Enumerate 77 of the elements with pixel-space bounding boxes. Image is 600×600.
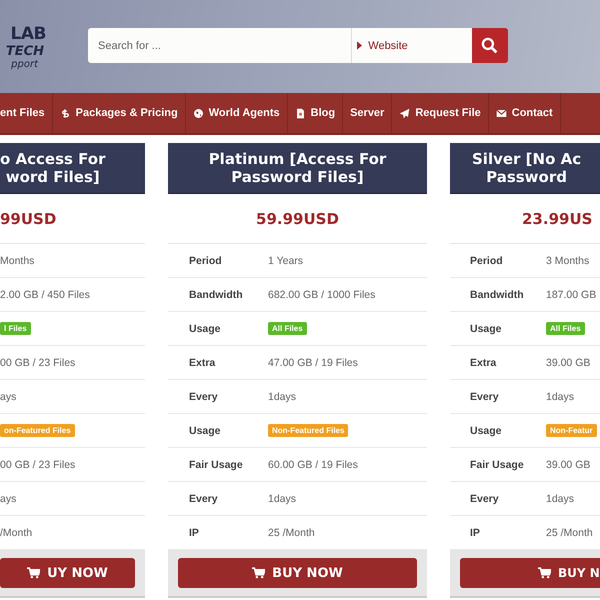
globe-icon [192,108,204,118]
usage-tag: All Files [546,322,585,335]
row-value: 1days [546,390,574,402]
usage-tag: Non-Featur [546,424,597,437]
price: 23.99US [522,210,592,228]
card-title: Silver [No Ac Password [450,143,600,194]
usage-tag: Non-Featured Files [268,424,348,437]
row-value: 39.00 GB [546,458,590,470]
nav-item[interactable]: Packages & Pricing [52,93,186,133]
row-value: ays [0,492,16,504]
row-value: 682.00 GB / 1000 Files [268,288,376,300]
row-label: Period [189,254,223,266]
row-label: Usage [470,424,503,436]
row-value: 25 /Month [268,526,315,538]
price: 59.99USD [256,210,339,228]
row-label: Usage [470,322,503,334]
row-label: Usage [189,322,222,334]
row-value: ays [0,390,16,402]
nav-item[interactable]: Contact [488,93,561,133]
row-value: 39.00 GB [546,356,590,368]
buy-now-button[interactable]: BUY N [460,558,600,588]
search-button[interactable] [472,28,508,63]
row-value: 1days [268,390,296,402]
nav-item[interactable]: Server [343,93,392,133]
document-icon [294,108,306,118]
row-label: Every [189,390,219,402]
row-value: 60.00 GB / 19 Files [268,458,358,470]
row-value: 187.00 GB [546,288,596,300]
row-label: Extra [189,356,216,368]
usage-tag: All Files [268,322,307,335]
row-value: 25 /Month [546,526,593,538]
row-label: Usage [189,424,222,436]
row-label: Bandwidth [189,288,244,300]
row-value: 47.00 GB / 19 Files [268,356,358,368]
row-label: Every [189,492,219,504]
row-value: /Month [0,526,32,538]
row-value: 00 GB / 23 Files [0,458,76,470]
row-label: Every [470,492,500,504]
nav-item[interactable]: ent Files [0,93,53,133]
row-label: Period [470,254,504,266]
envelope-icon [496,108,507,118]
price: 99USD [0,210,56,228]
row-label: IP [189,526,200,538]
cart-icon [538,567,551,579]
buy-now-button[interactable]: UY NOW [0,558,135,588]
logo-tagline: pport [11,58,38,70]
cart-icon [252,567,266,579]
row-value: 1days [268,492,296,504]
buy-now-button[interactable]: BUY NOW [178,558,417,588]
caret-icon [357,41,362,50]
nav-item[interactable]: World Agents [186,93,288,133]
nav-item[interactable]: Request File [392,93,489,133]
row-label: Extra [470,356,498,368]
row-label: Fair Usage [470,458,525,470]
paper-plane-icon [399,108,410,118]
usage-tag: on-Featured Files [0,424,75,437]
row-label: IP [470,526,481,538]
row-value: 1days [546,492,574,504]
row-value: Months [0,254,34,266]
logo-text: TECH [6,44,44,58]
row-value: 3 Months [546,254,590,266]
row-value: 00 GB / 23 Files [0,356,76,368]
cart-icon [27,567,40,579]
card-title: Platinum [Access For Password Files] [168,143,427,194]
nav-item[interactable]: Blog [288,93,344,133]
search-field[interactable]: Search for ... [88,28,352,63]
row-label: Every [470,390,500,402]
dollar-icon [60,108,71,118]
logo-text: LAB [10,24,46,44]
row-value: 2.00 GB / 450 Files [0,288,90,300]
row-label: Fair Usage [189,458,244,470]
search-icon [481,37,498,54]
scope-dropdown[interactable]: Website [351,28,472,63]
row-label: Bandwidth [470,288,525,300]
row-value: 1 Years [268,254,304,266]
card-title: o Access For word Files] [0,143,145,194]
usage-tag: l Files [0,322,31,335]
